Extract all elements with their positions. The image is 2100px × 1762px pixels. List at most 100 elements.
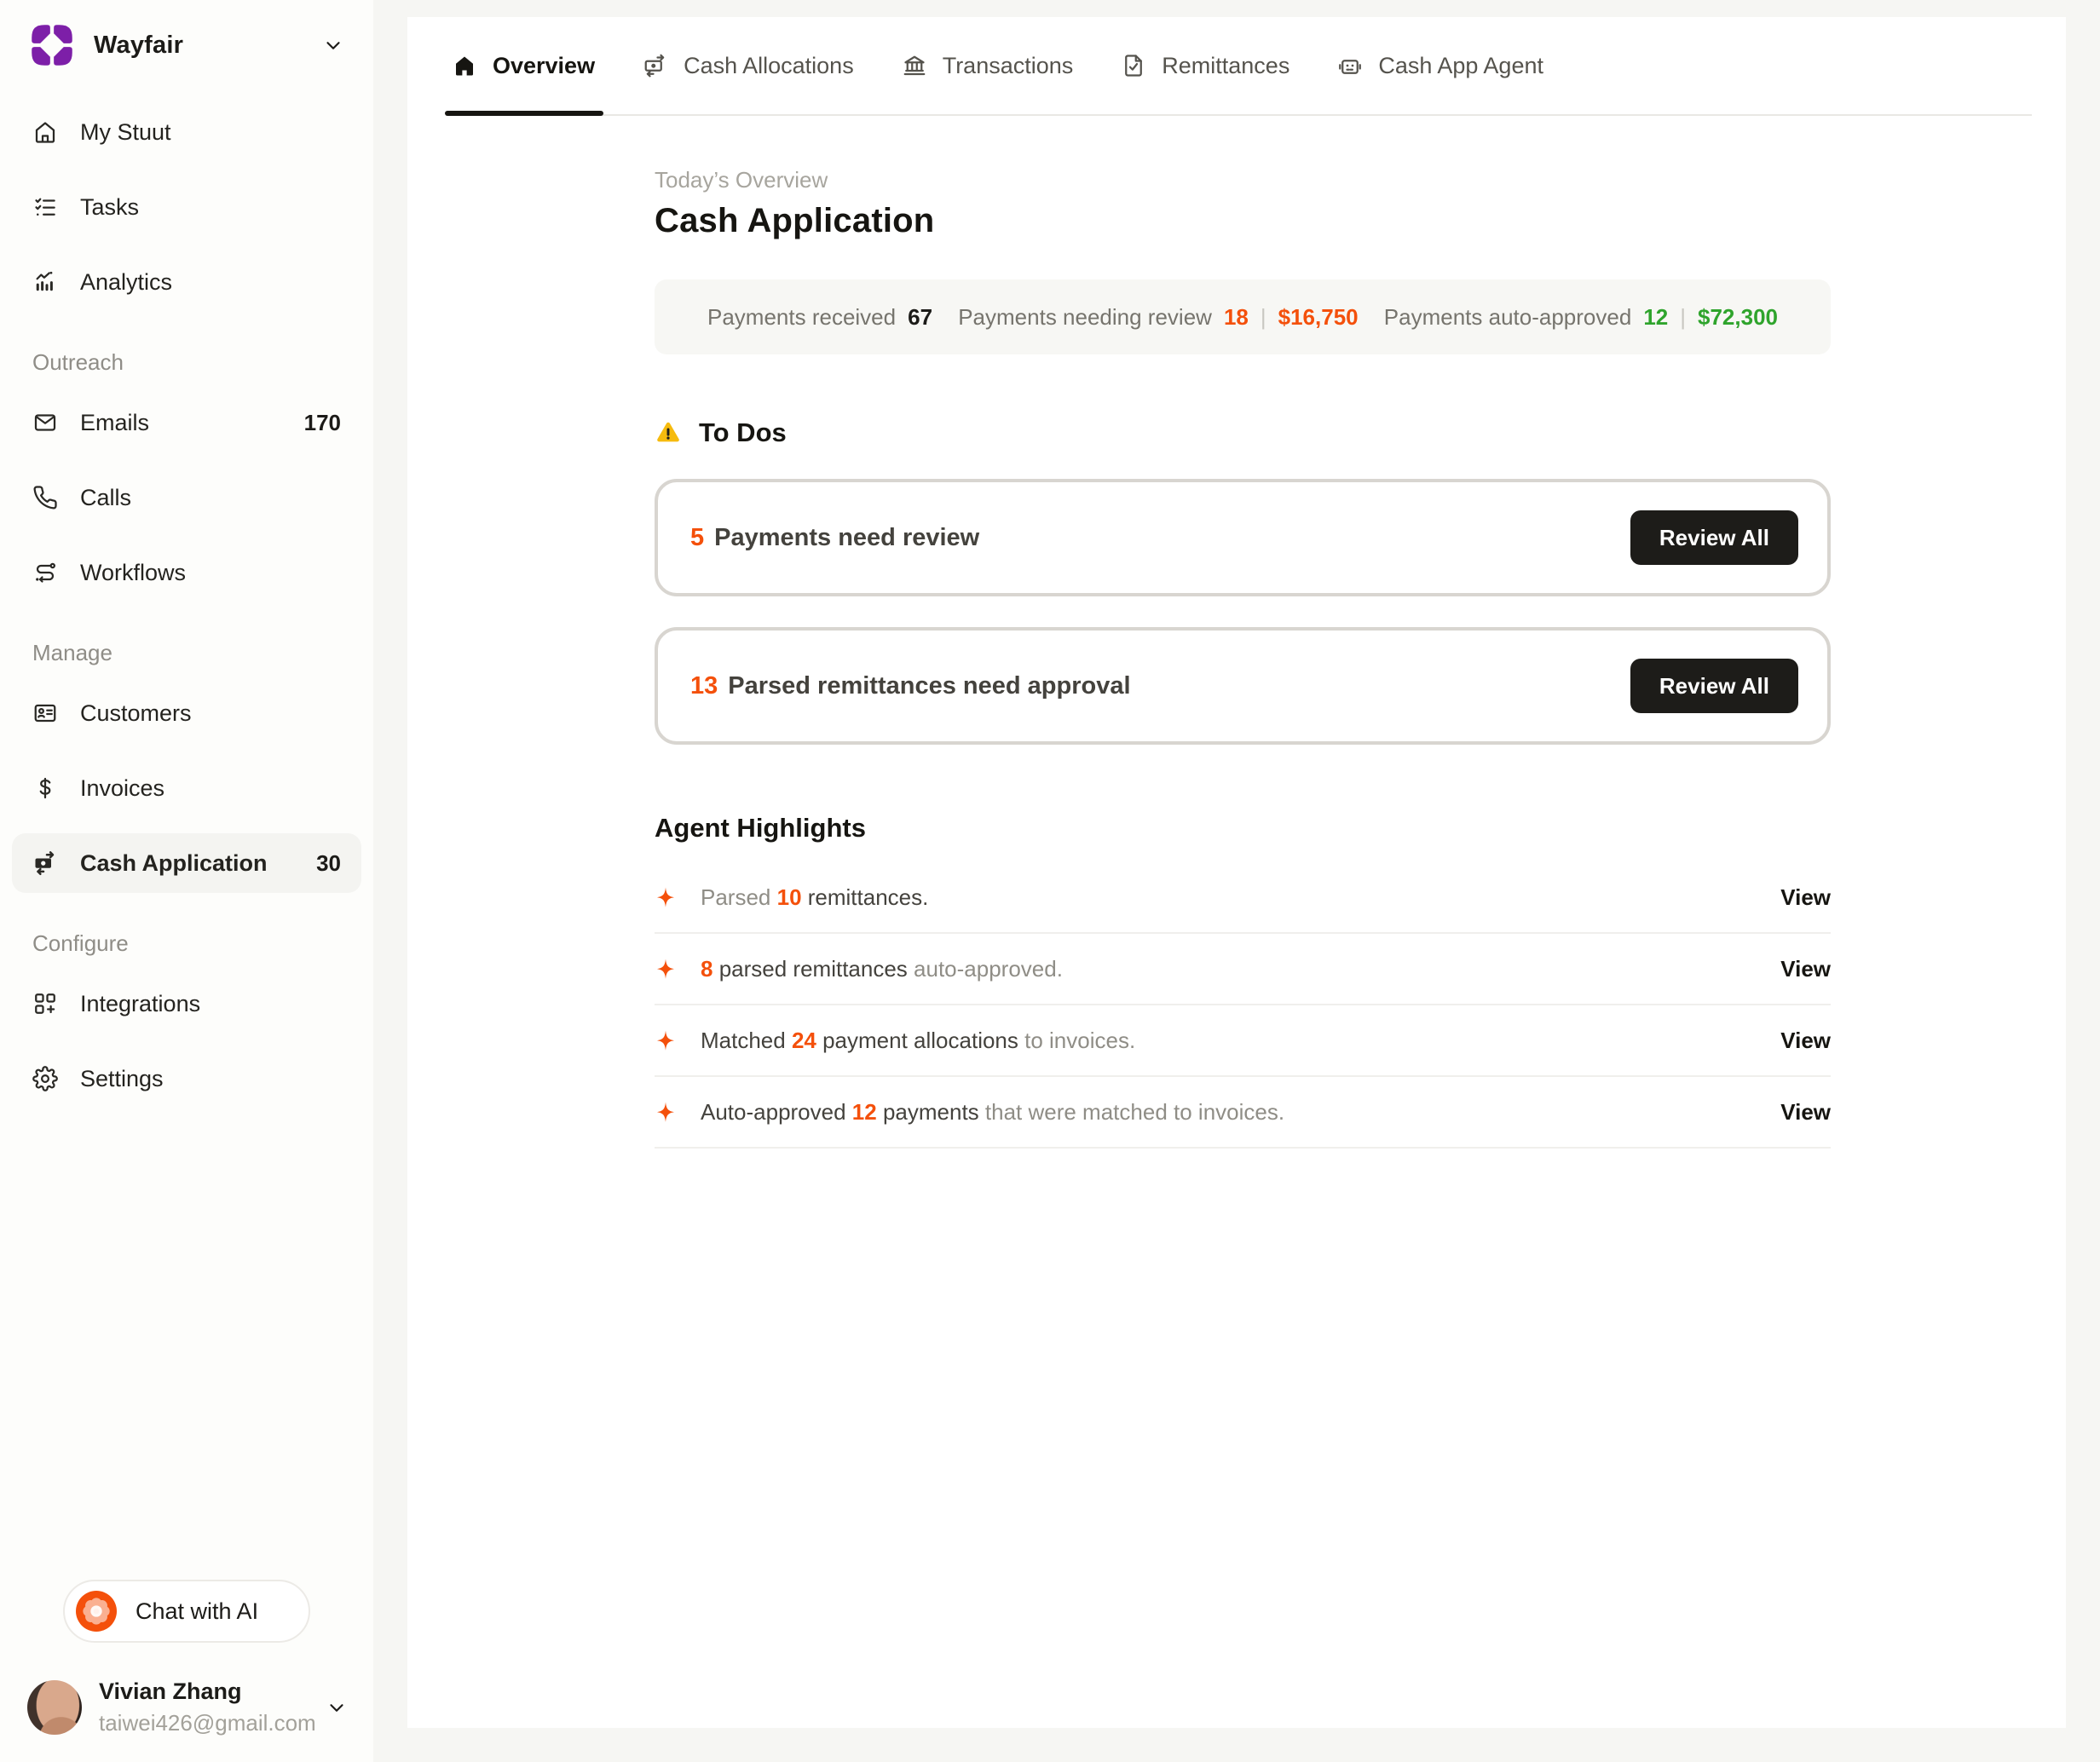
highlight-segment: remittances. [802,884,929,910]
user-name: Vivian Zhang [99,1679,316,1705]
view-link[interactable]: View [1780,884,1831,911]
sidebar-item-label: Customers [80,700,192,727]
main-panel: Overview Cash Allocations Transactions Remi… [407,17,2066,1728]
highlight-row: Parsed 10 remittances. View [655,862,1831,934]
stat-label: Payments auto-approved [1384,304,1632,331]
highlight-segment: payment allocations [816,1028,1024,1053]
highlight-segment: 8 [701,956,712,982]
sidebar-item-label: Analytics [80,269,172,296]
sidebar-item-tasks[interactable]: Tasks [12,177,361,237]
view-link[interactable]: View [1780,956,1831,982]
todos-section: To Dos 5Payments need reviewReview All13… [655,417,1831,745]
stat-label: Payments needing review [958,304,1212,331]
tab-bar: Overview Cash Allocations Transactions Remi… [452,17,2032,116]
todo-label: Parsed remittances need approval [728,672,1130,700]
analytics-icon [32,269,58,295]
sidebar-bottom: Chat with AI Vivian Zhang taiwei426@gmai… [0,1580,373,1736]
stat-count: 18 [1224,304,1249,331]
agent-highlights-title: Agent Highlights [655,813,866,844]
stat-payments-received: Payments received67 [707,304,932,331]
user-menu[interactable]: Vivian Zhang taiwei426@gmail.com [0,1679,373,1736]
mail-icon [32,410,58,435]
sidebar-nav: My Stuut Tasks Analytics OutreachEmails170 C… [0,102,373,1124]
chat-with-ai-label: Chat with AI [136,1598,258,1625]
todo-card-parsed-remittances-need-approval[interactable]: 13 Parsed remittances need approval Review… [655,627,1831,745]
todo-text: 5 Payments need review [690,524,979,552]
highlight-segment: Auto-approved [701,1099,852,1125]
sidebar-item-label: My Stuut [80,119,171,146]
todos-title: To Dos [699,417,787,448]
agent-highlights-header: Agent Highlights [655,813,1831,844]
sidebar-item-customers[interactable]: Customers [12,683,361,743]
chat-with-ai-button[interactable]: Chat with AI [63,1580,310,1643]
sidebar-item-calls[interactable]: Calls [12,468,361,527]
highlight-text: Parsed 10 remittances. [701,884,928,911]
tab-cash-allocations[interactable]: Cash Allocations [643,17,854,114]
highlight-segment: 12 [852,1099,877,1125]
highlight-segment: auto-approved. [914,956,1063,982]
stat-payments-auto-approved: Payments auto-approved12|$72,300 [1384,304,1778,331]
view-link[interactable]: View [1780,1028,1831,1054]
doc-check-icon [1121,53,1146,78]
highlight-segment: that were matched to invoices. [985,1099,1284,1125]
highlight-row: 8 parsed remittances auto-approved. View [655,934,1831,1005]
tab-label: Overview [493,53,595,79]
sidebar-item-analytics[interactable]: Analytics [12,252,361,312]
agent-highlights-list: Parsed 10 remittances.View8 parsed remit… [655,862,1831,1149]
view-link[interactable]: View [1780,1099,1831,1126]
tab-overview[interactable]: Overview [452,17,595,114]
chevron-down-icon[interactable] [322,34,344,56]
home-icon [32,119,58,145]
workspace-name: Wayfair [94,32,183,60]
sparkle-icon [656,1101,675,1124]
chevron-down-icon[interactable] [326,1696,348,1719]
content: Today’s Overview Cash Application Paymen… [655,167,1831,1149]
sidebar-item-cash-application[interactable]: Cash Application30 [12,833,361,893]
sidebar-item-workflows[interactable]: Workflows [12,543,361,602]
section-label-configure: Configure [12,908,361,974]
sidebar-item-label: Integrations [80,991,200,1017]
todo-label: Payments need review [714,524,979,551]
highlight-segment: Matched [701,1028,792,1053]
user-meta: Vivian Zhang taiwei426@gmail.com [99,1679,316,1736]
sparkle-icon [656,886,675,909]
tasks-icon [32,194,58,220]
page-title: Cash Application [655,202,1831,240]
stats-bar: Payments received67 Payments needing revi… [655,279,1831,354]
wayfair-logo-icon [29,22,75,68]
highlight-text: Matched 24 payment allocations to invoic… [701,1028,1135,1054]
home-filled-icon [452,53,477,78]
tab-cash-app-agent[interactable]: Cash App Agent [1337,17,1543,114]
customers-icon [32,700,58,726]
todos-header: To Dos [655,417,1831,448]
sparkle-icon [656,1029,675,1052]
stat-separator: | [1261,304,1266,331]
todo-count: 5 [690,524,704,551]
tab-transactions[interactable]: Transactions [902,17,1074,114]
section-label-outreach: Outreach [12,327,361,393]
sidebar-item-settings[interactable]: Settings [12,1049,361,1108]
stat-separator: | [1680,304,1686,331]
review-all-button[interactable]: Review All [1630,510,1798,565]
phone-icon [32,485,58,510]
review-all-button[interactable]: Review All [1630,659,1798,713]
tab-label: Transactions [943,53,1074,79]
sidebar-item-integrations[interactable]: Integrations [12,974,361,1034]
sidebar: Wayfair My Stuut Tasks Analytics OutreachEm… [0,0,373,1762]
todo-count: 13 [690,672,718,700]
stat-amount: $72,300 [1698,304,1778,331]
bank-icon [902,53,927,78]
todo-card-payments-need-review[interactable]: 5 Payments need review Review All [655,479,1831,596]
sidebar-item-invoices[interactable]: Invoices [12,758,361,818]
workspace-switcher[interactable]: Wayfair [0,22,373,68]
sidebar-item-label: Cash Application [80,850,268,877]
sidebar-item-my-stuut[interactable]: My Stuut [12,102,361,162]
highlight-segment: parsed remittances [712,956,914,982]
tab-remittances[interactable]: Remittances [1121,17,1289,114]
sidebar-item-label: Workflows [80,560,186,586]
highlight-segment: payments [877,1099,985,1125]
invoices-icon [32,775,58,801]
integrations-icon [32,991,58,1016]
todo-cards: 5 Payments need review Review All 13 Parsed … [655,479,1831,745]
sidebar-item-emails[interactable]: Emails170 [12,393,361,452]
